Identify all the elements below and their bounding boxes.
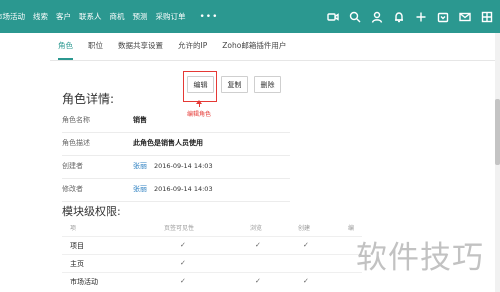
page-scrollbar[interactable] [495, 33, 500, 292]
check-icon: ✓ [303, 277, 309, 285]
module-menu: 市场活动 线索 客户 联系人 商机 预测 采购订单 ••• [0, 0, 218, 33]
table-row: 市场活动 ✓ ✓ ✓ [62, 272, 362, 290]
created-date: 2016-09-14 14:03 [154, 162, 213, 170]
delete-button[interactable]: 删除 [254, 76, 281, 93]
watermark-text: 软件技巧 [356, 240, 484, 276]
tabs-divider [50, 60, 495, 61]
scrollbar-thumb[interactable] [495, 99, 500, 165]
check-icon: ✓ [255, 277, 261, 285]
detail-label: 创建者 [62, 162, 83, 170]
detail-row-modified-by: 修改者 张丽 2016-09-14 14:03 [62, 179, 290, 202]
plus-icon[interactable] [410, 0, 432, 33]
role-description-value: 此角色是销售人员使用 [133, 139, 203, 147]
check-icon: ✓ [180, 259, 186, 267]
module-name: 项目 [70, 242, 84, 250]
check-icon: ✓ [180, 277, 186, 285]
calendar-icon[interactable] [432, 0, 454, 33]
table-row: 项目 ✓ ✓ ✓ [62, 236, 362, 254]
top-navigation-bar: 市场活动 线索 客户 联系人 商机 预测 采购订单 ••• [0, 0, 500, 33]
mail-icon[interactable] [454, 0, 476, 33]
module-name: 市场活动 [70, 278, 98, 286]
column-header-create: 创建 [298, 225, 311, 232]
nav-item-deals[interactable]: 商机 [110, 0, 125, 33]
column-header-tab-visibility: 页签可见性 [164, 225, 195, 232]
bell-icon[interactable] [388, 0, 410, 33]
tab-data-sharing[interactable]: 数据共享设置 [118, 33, 163, 60]
detail-row-role-description: 角色描述 此角色是销售人员使用 [62, 133, 290, 156]
check-icon: ✓ [255, 241, 261, 249]
created-by-user-link[interactable]: 张丽 [133, 162, 147, 170]
more-modules-button[interactable]: ••• [200, 12, 219, 22]
detail-label: 修改者 [62, 185, 83, 193]
module-permissions-title: 模块级权限: [62, 205, 121, 218]
detail-label: 角色名称 [62, 116, 90, 124]
permissions-table-header: 项 页签可见性 浏览 创建 编 [62, 220, 362, 236]
video-icon[interactable] [322, 0, 344, 33]
role-details-title: 角色详情: [62, 92, 115, 106]
tab-allowed-ip[interactable]: 允许的IP [178, 33, 207, 60]
check-icon: ✓ [180, 241, 186, 249]
nav-icon-group [322, 0, 498, 33]
role-name-value: 销售 [133, 116, 147, 124]
edit-button[interactable]: 编辑 [187, 76, 214, 93]
nav-item-campaigns[interactable]: 市场活动 [0, 0, 25, 33]
grid-icon[interactable] [476, 0, 498, 33]
detail-row-role-name: 角色名称 销售 [62, 110, 290, 133]
module-name: 主页 [70, 260, 84, 268]
nav-item-purchase-orders[interactable]: 采购订单 [156, 0, 186, 33]
search-icon[interactable] [344, 0, 366, 33]
tab-profiles[interactable]: 职位 [88, 33, 103, 60]
created-by-value: 张丽 2016-09-14 14:03 [133, 161, 213, 171]
settings-tabs: 角色 职位 数据共享设置 允许的IP Zoho邮箱插件用户 [58, 33, 301, 60]
annotation-arrow-line [199, 102, 200, 107]
tab-zoho-mail-addon-users[interactable]: Zoho邮箱插件用户 [222, 33, 286, 60]
detail-row-created-by: 创建者 张丽 2016-09-14 14:03 [62, 156, 290, 179]
column-header-item: 项 [70, 225, 77, 232]
copy-button[interactable]: 复制 [221, 76, 248, 93]
column-header-edit: 编 [348, 225, 355, 232]
column-header-view: 浏览 [250, 225, 263, 232]
nav-item-leads[interactable]: 线索 [33, 0, 48, 33]
tab-roles[interactable]: 角色 [58, 33, 73, 60]
check-icon: ✓ [303, 241, 309, 249]
nav-item-contacts[interactable]: 联系人 [79, 0, 102, 33]
modified-by-user-link[interactable]: 张丽 [133, 185, 147, 193]
nav-item-forecasts[interactable]: 预测 [133, 0, 148, 33]
detail-label: 角色描述 [62, 139, 90, 147]
modified-by-value: 张丽 2016-09-14 14:03 [133, 184, 213, 194]
modified-date: 2016-09-14 14:03 [154, 185, 213, 193]
table-row: 主页 ✓ [62, 254, 362, 272]
nav-item-accounts[interactable]: 客户 [56, 0, 71, 33]
user-icon[interactable] [366, 0, 388, 33]
